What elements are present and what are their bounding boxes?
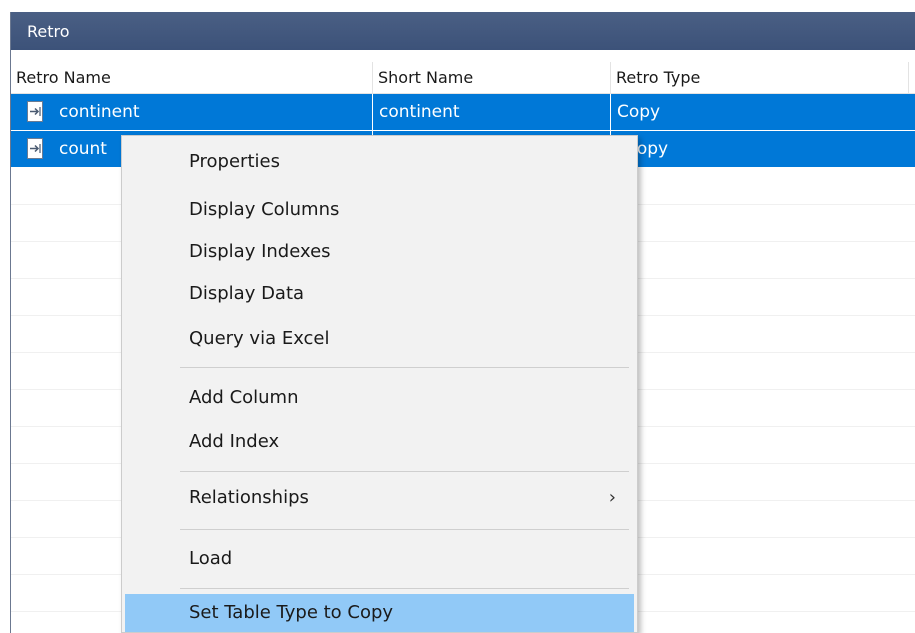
column-header-short-name[interactable]: Short Name <box>373 62 611 93</box>
menu-item-display-indexes[interactable]: Display Indexes <box>125 234 634 270</box>
column-header-retro-name[interactable]: Retro Name <box>11 62 373 93</box>
chevron-right-icon: › <box>608 487 616 508</box>
cell-retro-type: Copy <box>617 102 661 122</box>
menu-item-load[interactable]: Load <box>125 541 634 577</box>
menu-separator <box>180 529 629 530</box>
menu-separator <box>180 367 629 368</box>
menu-item-add-index[interactable]: Add Index <box>125 424 634 460</box>
cell-retro-name: continent <box>11 94 373 131</box>
menu-item-relationships[interactable]: Relationships › <box>125 480 634 516</box>
menu-item-label: Relationships <box>189 487 309 508</box>
menu-item-query-via-excel[interactable]: Query via Excel <box>125 321 634 357</box>
table-row[interactable]: continent continent Copy <box>11 94 915 131</box>
menu-separator <box>180 588 629 589</box>
menu-item-add-column[interactable]: Add Column <box>125 380 634 416</box>
grid-header: Retro Name Short Name Retro Type <box>11 62 915 94</box>
menu-separator <box>180 471 629 472</box>
menu-item-display-data[interactable]: Display Data <box>125 276 634 312</box>
menu-item-display-columns[interactable]: Display Columns <box>125 192 634 228</box>
menu-item-properties[interactable]: Properties <box>125 144 634 180</box>
context-menu: Properties Display Columns Display Index… <box>121 135 638 633</box>
cell-retro-type: Copy <box>625 139 669 159</box>
menu-item-set-table-type-copy[interactable]: Set Table Type to Copy <box>125 594 634 632</box>
column-header-retro-type[interactable]: Retro Type <box>611 62 909 93</box>
cell-short-name: continent <box>373 94 611 131</box>
panel-title: Retro <box>11 12 915 50</box>
